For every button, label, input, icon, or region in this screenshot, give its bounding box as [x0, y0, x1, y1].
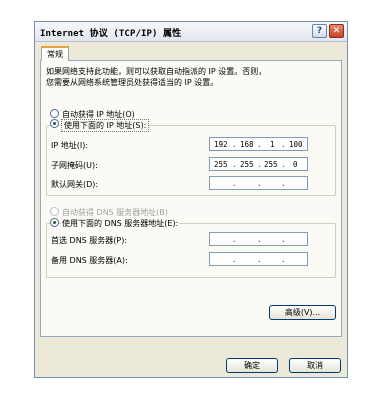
alternate-dns-field[interactable]: . . . [209, 252, 308, 266]
alternate-dns-label: 备用 DNS 服务器(A): [51, 256, 128, 265]
description-line-1: 如果网络支持此功能，则可以获取自动指派的 IP 设置。否则， [46, 67, 267, 76]
advanced-button[interactable]: 高级(V)... [269, 305, 336, 320]
ip-address-field[interactable]: 192 . 168 . 1 . 100 [209, 137, 308, 151]
ip-octet-1: 192 [214, 140, 228, 149]
default-gateway-field[interactable]: . . . [209, 176, 308, 190]
mask-octet-4: 0 [293, 160, 298, 169]
manual-dns-radio[interactable] [50, 218, 59, 227]
cancel-button[interactable]: 取消 [289, 358, 341, 373]
ip-octet-2: 168 [240, 140, 254, 149]
manual-ip-radio[interactable] [50, 119, 59, 128]
manual-ip-label[interactable]: 使用下面的 IP 地址(S): [61, 119, 150, 132]
ip-octet-4: 100 [289, 140, 303, 149]
ip-address-label: IP 地址(I): [51, 141, 89, 150]
title-bar[interactable]: Internet 协议 (TCP/IP) 属性 ? ✕ [35, 22, 347, 42]
tab-general[interactable]: 常规 [41, 46, 69, 61]
preferred-dns-label: 首选 DNS 服务器(P): [51, 236, 128, 245]
mask-octet-2: 255 [240, 160, 254, 169]
auto-dns-label[interactable]: 自动获得 DNS 服务器地址(B) [62, 207, 168, 218]
mask-octet-1: 255 [214, 160, 228, 169]
general-panel: 如果网络支持此功能，则可以获取自动指派的 IP 设置。否则， 您需要从网络系统管… [40, 60, 342, 337]
default-gateway-label: 默认网关(D): [51, 180, 99, 189]
manual-dns-label[interactable]: 使用下面的 DNS 服务器地址(E): [61, 218, 180, 229]
mask-octet-3: 255 [264, 160, 278, 169]
ip-octet-3: 1 [270, 140, 275, 149]
preferred-dns-field[interactable]: . . . [209, 232, 308, 246]
tcpip-properties-dialog: Internet 协议 (TCP/IP) 属性 ? ✕ 常规 如果网络支持此功能… [34, 21, 348, 378]
subnet-mask-label: 子网掩码(U): [51, 161, 98, 170]
close-button[interactable]: ✕ [329, 24, 344, 38]
dialog-title: Internet 协议 (TCP/IP) 属性 [40, 29, 182, 39]
auto-ip-radio[interactable] [50, 109, 59, 118]
help-button[interactable]: ? [312, 24, 327, 38]
subnet-mask-field[interactable]: 255 . 255 . 255 . 0 [209, 157, 308, 171]
ok-button[interactable]: 确定 [226, 358, 278, 373]
auto-dns-radio[interactable] [50, 207, 59, 216]
description-line-2: 您需要从网络系统管理员处获得适当的 IP 设置。 [46, 78, 219, 87]
